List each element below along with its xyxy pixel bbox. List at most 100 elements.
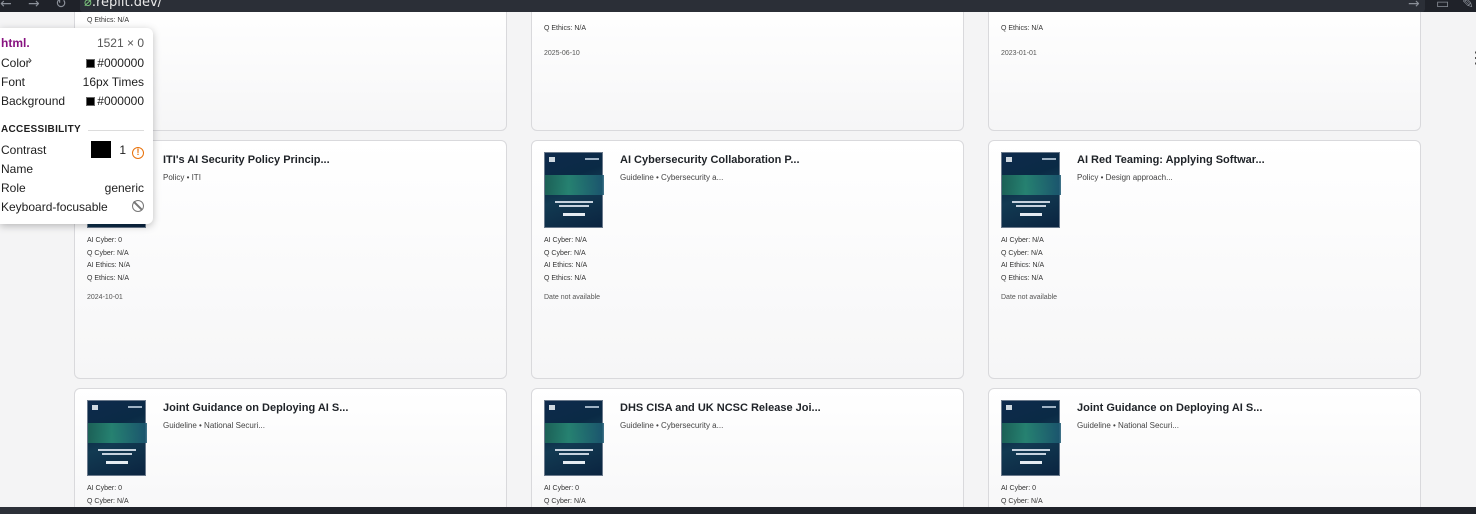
card-meta: Guideline • Cybersecurity a... — [620, 173, 724, 182]
card-title[interactable]: Joint Guidance on Deploying AI S... — [163, 401, 493, 415]
card-stats: AI Cyber: 0 Q Cyber: N/A — [544, 483, 586, 507]
card-meta: Policy • ITI — [163, 173, 201, 182]
document-card[interactable]: AI Cybersecurity Collaboration P... Guid… — [531, 140, 964, 379]
card-date: 2023-01-01 — [1001, 50, 1037, 57]
forward-icon[interactable]: → — [28, 0, 40, 12]
card-stats: AI Cyber: 0 Q Cyber: N/A AI Ethics: N/A … — [87, 235, 130, 285]
tooltip-role-row: Role generic — [1, 179, 144, 198]
card-date: 2024-10-01 — [87, 294, 123, 301]
browser-toolbar: ← → ↻ ⌀.replit.dev/ → ▭ ✎ — [0, 0, 1476, 12]
card-title[interactable]: DHS CISA and UK NCSC Release Joi... — [620, 401, 950, 415]
role-value: generic — [104, 181, 144, 195]
document-cover-thumbnail — [1001, 400, 1061, 476]
accessibility-heading: ACCESSIBILITY — [1, 124, 82, 135]
card-date: Date not available — [1001, 294, 1058, 301]
card-meta: Guideline • Cybersecurity a... — [620, 421, 724, 430]
font-label: Font — [1, 75, 26, 89]
card-title[interactable]: Joint Guidance on Deploying AI S... — [1077, 401, 1407, 415]
q-ethics-score: Q Ethics: N/A — [1001, 25, 1044, 32]
q-cyber-score: Q Cyber: N/A — [1001, 497, 1043, 505]
ai-cyber-score: AI Cyber: 0 — [544, 485, 580, 492]
card-date: 2025-06-10 — [544, 50, 580, 57]
q-cyber-score: Q Cyber: N/A — [544, 497, 586, 505]
q-ethics-score: Q Ethics: N/A — [1001, 274, 1044, 282]
ai-cyber-score: AI Cyber: N/A — [544, 237, 587, 244]
reload-icon[interactable]: ↻ — [55, 0, 67, 12]
document-card[interactable]: Q Ethics: N/A 2023-01-01 — [988, 12, 1421, 131]
bottom-bar — [0, 507, 1476, 514]
card-meta: Policy • Design approach... — [1077, 173, 1173, 182]
keyboard-focusable-label: Keyboard-focusable — [1, 200, 108, 214]
element-size: 1521 × 0 — [96, 36, 144, 50]
card-stats: AI Cyber: N/A Q Cyber: N/A AI Ethics: N/… — [544, 235, 587, 285]
card-stats: Q Ethics: N/A — [87, 15, 129, 28]
card-stats: AI Cyber: N/A Q Cyber: N/A AI Ethics: N/… — [1001, 235, 1044, 285]
background-label: Background — [1, 94, 66, 108]
warning-icon: ! — [132, 147, 144, 159]
tools-icon[interactable]: ✎ — [1462, 0, 1474, 12]
tooltip-element-row: html. 1521 × 0 — [1, 34, 144, 53]
document-cover-thumbnail — [87, 400, 147, 476]
card-date: Date not available — [544, 294, 601, 301]
tooltip-contrast-row: Contrast 1! — [1, 141, 144, 160]
ai-cyber-score: AI Cyber: 0 — [87, 237, 123, 244]
ai-ethics-score: AI Ethics: N/A — [544, 262, 588, 269]
ai-cyber-score: AI Cyber: N/A — [1001, 237, 1044, 244]
background-swatch — [86, 97, 96, 106]
arrow-right-icon[interactable]: → — [1408, 0, 1420, 12]
q-ethics-score: Q Ethics: N/A — [544, 274, 587, 282]
card-title[interactable]: ITI's AI Security Policy Princip... — [163, 153, 493, 167]
document-card[interactable]: Joint Guidance on Deploying AI S... Guid… — [74, 388, 507, 507]
card-stats: Q Ethics: N/A — [1001, 23, 1043, 36]
q-ethics-score: Q Ethics: N/A — [544, 25, 587, 32]
not-focusable-icon — [132, 200, 144, 212]
name-label: Name — [1, 162, 34, 176]
q-cyber-score: Q Cyber: N/A — [1001, 249, 1043, 257]
card-stats: AI Cyber: 0 Q Cyber: N/A — [1001, 483, 1043, 507]
url-host: .replit.dev/ — [91, 0, 163, 10]
document-cover-thumbnail — [544, 400, 604, 476]
tooltip-background-row: Background #000000 — [1, 92, 144, 111]
ai-cyber-score: AI Cyber: 0 — [87, 485, 123, 492]
ai-ethics-score: AI Ethics: N/A — [87, 262, 131, 269]
address-bar[interactable]: ⌀.replit.dev/ — [80, 0, 1425, 12]
document-card[interactable]: DHS CISA and UK NCSC Release Joi... Guid… — [531, 388, 964, 507]
tooltip-font-row: Font 16px Times — [1, 73, 144, 92]
role-label: Role — [1, 181, 26, 195]
q-cyber-score: Q Cyber: N/A — [87, 497, 129, 505]
q-ethics-score: Q Ethics: N/A — [87, 17, 130, 24]
more-options-icon[interactable]: ⋮ — [1468, 50, 1476, 66]
card-stats: Q Ethics: N/A — [544, 23, 586, 36]
back-icon[interactable]: ← — [0, 0, 12, 12]
q-cyber-score: Q Cyber: N/A — [544, 249, 586, 257]
background-value: #000000 — [97, 94, 144, 108]
color-value: #000000 — [97, 56, 144, 70]
card-stats: AI Cyber: 0 Q Cyber: N/A — [87, 483, 129, 507]
font-value: 16px Times — [82, 75, 144, 89]
contrast-swatch — [91, 141, 112, 158]
link-icon: ⌀ — [84, 0, 92, 10]
document-card[interactable]: AI Red Teaming: Applying Softwar... Poli… — [988, 140, 1421, 379]
monitor-icon[interactable]: ▭ — [1436, 0, 1449, 12]
tooltip-name-row: Name — [1, 160, 144, 179]
color-swatch — [86, 59, 96, 68]
color-label: Color — [1, 56, 30, 70]
tooltip-keyboard-row: Keyboard-focusable — [1, 198, 144, 217]
contrast-value: 1 — [119, 143, 126, 157]
document-card[interactable]: Joint Guidance on Deploying AI S... Guid… — [988, 388, 1421, 507]
mouse-cursor-icon: › — [28, 53, 32, 67]
tooltip-color-row: Color #000000 — [1, 54, 144, 73]
main-content: ⋮ Q Ethics: N/A Q Ethics: N/A 2025-06-10… — [0, 12, 1476, 507]
devtools-inspect-tooltip: html. 1521 × 0 Color #000000 Font 16px T… — [0, 28, 153, 224]
q-cyber-score: Q Cyber: N/A — [87, 249, 129, 257]
divider — [88, 130, 144, 131]
document-card[interactable]: Q Ethics: N/A 2025-06-10 — [531, 12, 964, 131]
card-title[interactable]: AI Red Teaming: Applying Softwar... — [1077, 153, 1407, 167]
card-title[interactable]: AI Cybersecurity Collaboration P... — [620, 153, 950, 167]
ai-cyber-score: AI Cyber: 0 — [1001, 485, 1037, 492]
document-cover-thumbnail — [544, 152, 604, 228]
url-text: ⌀.replit.dev/ — [84, 0, 162, 10]
card-meta: Guideline • National Securi... — [163, 421, 265, 430]
element-tag: html. — [1, 36, 30, 50]
ai-ethics-score: AI Ethics: N/A — [1001, 262, 1045, 269]
